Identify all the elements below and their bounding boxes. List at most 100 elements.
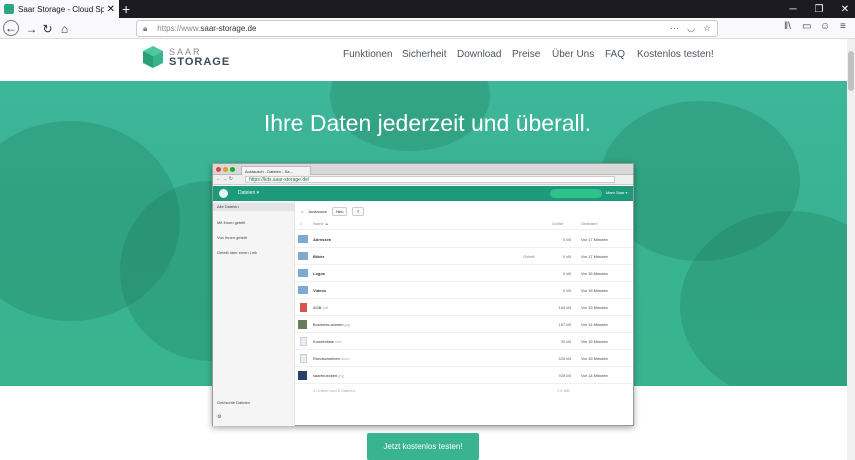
file-summary: 4 Ordner und 5 Dateien — [313, 388, 355, 393]
nav-faq[interactable]: FAQ — [605, 49, 625, 60]
preview-close-dot — [216, 167, 221, 172]
file-name-base: Business-women — [313, 322, 344, 327]
address-bar[interactable]: 🔒︎ https://www. saar-storage.de ··· ◡ ☆ — [136, 20, 718, 37]
cta-button[interactable]: Jetzt kostenlos testen! — [367, 433, 479, 460]
hero-title: Ihre Daten jederzeit und überall. — [263, 110, 592, 136]
nav-ueber-uns[interactable]: Über Uns — [552, 49, 594, 60]
file-size: 0 kB — [562, 288, 571, 293]
file-modified: Vor 14 Minuten — [581, 373, 608, 378]
file-row: Logos 0 kB Vor 16 Minuten — [295, 265, 633, 282]
file-modified: Vor 15 Minuten — [581, 305, 608, 310]
file-name-base: Adressen — [313, 237, 332, 242]
folder-icon — [298, 269, 308, 277]
file-table-header: ○ Name ▲ Größe Geändert — [295, 218, 633, 230]
file-name: Videos — [313, 288, 326, 293]
logo-line-2: STORAGE — [169, 56, 231, 68]
folder-icon — [298, 252, 308, 260]
page-scrollbar[interactable] — [847, 39, 855, 460]
cube-logo-icon — [143, 46, 163, 68]
nav-download[interactable]: Download — [457, 49, 501, 60]
file-extension: .xlsx — [333, 339, 342, 344]
file-name: Logos — [313, 271, 325, 276]
file-summary-size: 1,6 MB — [557, 388, 570, 393]
home-icon[interactable]: ⌂ — [56, 20, 73, 37]
new-tab-icon[interactable]: + — [122, 1, 130, 17]
library-icon[interactable]: ‖\ — [784, 21, 791, 32]
nav-kostenlos-testen[interactable]: Kostenlos testen! — [637, 49, 714, 60]
file-icon — [298, 371, 307, 380]
settings-gear-icon: ⚙ — [217, 414, 222, 420]
file-name-base: saarbruecken — [313, 373, 338, 378]
breadcrumb-current: Austausch — [308, 209, 328, 214]
close-window-icon[interactable]: ✕ — [830, 0, 855, 18]
file-name-base: Videos — [313, 288, 327, 293]
pocket-icon[interactable]: ◡ — [687, 23, 695, 34]
column-size: Größe — [552, 221, 564, 226]
new-button: Neu — [332, 207, 348, 216]
file-modified: Vor 17 Minuten — [581, 237, 608, 242]
file-size: 0 kB — [562, 254, 571, 259]
back-icon[interactable]: ← — [3, 20, 19, 36]
nav-sicherheit[interactable]: Sicherheit — [402, 49, 446, 60]
app-logo-icon — [219, 189, 228, 198]
file-row: Kundenliste.xlsx 30 kB Vor 15 Minuten — [295, 333, 633, 350]
file-icon — [298, 320, 307, 329]
preview-tab-title: Austausch - Dateien - Sa... — [245, 168, 293, 174]
file-row: Rundschreiben.docx 526 kB Vor 15 Minuten — [295, 350, 633, 367]
file-icon — [300, 303, 307, 312]
file-modified: Vor 15 Minuten — [581, 339, 608, 344]
file-icon — [300, 337, 307, 346]
file-name: Adressen — [313, 237, 331, 242]
nav-funktionen[interactable]: Funktionen — [343, 49, 392, 60]
file-extension: .jpg — [337, 373, 344, 378]
app-search-field — [550, 189, 602, 198]
file-name: Rundschreiben.docx — [313, 356, 349, 361]
sidebar-item-deleted: Gelöschte Dateien — [217, 400, 250, 405]
browser-tab[interactable]: Saar Storage - Cloud Speicher ✕ — [0, 0, 119, 18]
bookmark-star-icon[interactable]: ☆ — [703, 23, 711, 34]
file-extension: .pdf — [321, 305, 329, 310]
sidebar-icon[interactable]: ▭ — [802, 21, 811, 32]
column-modified: Geändert — [581, 221, 598, 226]
file-size: 160 kB — [558, 305, 571, 310]
file-row: AGB.pdf 160 kB Vor 15 Minuten — [295, 299, 633, 316]
file-row: saarbruecken.jpg 928 kB Vor 14 Minuten — [295, 367, 633, 384]
preview-min-dot — [223, 167, 228, 172]
preview-max-dot — [230, 167, 235, 172]
preview-titlebar: Austausch - Dateien - Sa... — [213, 164, 633, 175]
sidebar-item-shared-with-you: Mit Ihnen geteilt — [217, 220, 246, 225]
select-all-checkbox: ○ — [300, 221, 303, 226]
account-icon[interactable]: ☺ — [820, 21, 830, 32]
file-modified: Vor 16 Minuten — [581, 271, 608, 276]
file-row: Adressen 0 kB Vor 17 Minuten — [295, 231, 633, 248]
file-modified: Vor 14 Minuten — [581, 322, 608, 327]
browser-navbar: ← → ↻ ⌂ 🔒︎ https://www. saar-storage.de … — [0, 18, 855, 39]
forward-icon[interactable]: → — [23, 20, 40, 37]
app-header: Dateien ▾ Marc Saar ▾ — [213, 186, 633, 201]
close-tab-icon[interactable]: ✕ — [107, 4, 115, 15]
file-row: Business-women.jpg 187 kB Vor 14 Minuten — [295, 316, 633, 333]
file-modified: Vor 15 Minuten — [581, 356, 608, 361]
nav-preise[interactable]: Preise — [512, 49, 540, 60]
breadcrumb: ⌂ Austausch Neu ⇧ — [301, 207, 364, 216]
scrollbar-thumb[interactable] — [848, 51, 854, 91]
file-list-area: ⌂ Austausch Neu ⇧ ○ Name ▲ Größe Geänder… — [295, 201, 633, 426]
menu-icon[interactable]: ≡ — [840, 21, 846, 32]
reload-icon[interactable]: ↻ — [39, 20, 56, 37]
file-size: 0 kB — [562, 271, 571, 276]
file-size: 928 kB — [558, 373, 571, 378]
file-row: Videos 0 kB Vor 16 Minuten — [295, 282, 633, 299]
app-user-menu: Marc Saar ▾ — [606, 190, 628, 195]
preview-tab: Austausch - Dateien - Sa... — [241, 166, 311, 175]
site-logo[interactable]: SAAR STORAGE — [142, 45, 230, 69]
file-extension: .docx — [339, 356, 350, 361]
url-host: saar-storage.de — [200, 24, 257, 33]
preview-urlbar: ← → ↻ https://kits.saar-storage.de/ — [213, 175, 633, 185]
column-name: Name ▲ — [313, 221, 329, 226]
page-actions-icon[interactable]: ··· — [670, 23, 679, 34]
file-name-base: Logos — [313, 271, 325, 276]
file-modified: Vor 17 Minuten — [581, 254, 608, 259]
file-name: AGB.pdf — [313, 305, 328, 310]
file-icon — [300, 354, 307, 363]
url-protocol: https://www. — [157, 24, 201, 33]
